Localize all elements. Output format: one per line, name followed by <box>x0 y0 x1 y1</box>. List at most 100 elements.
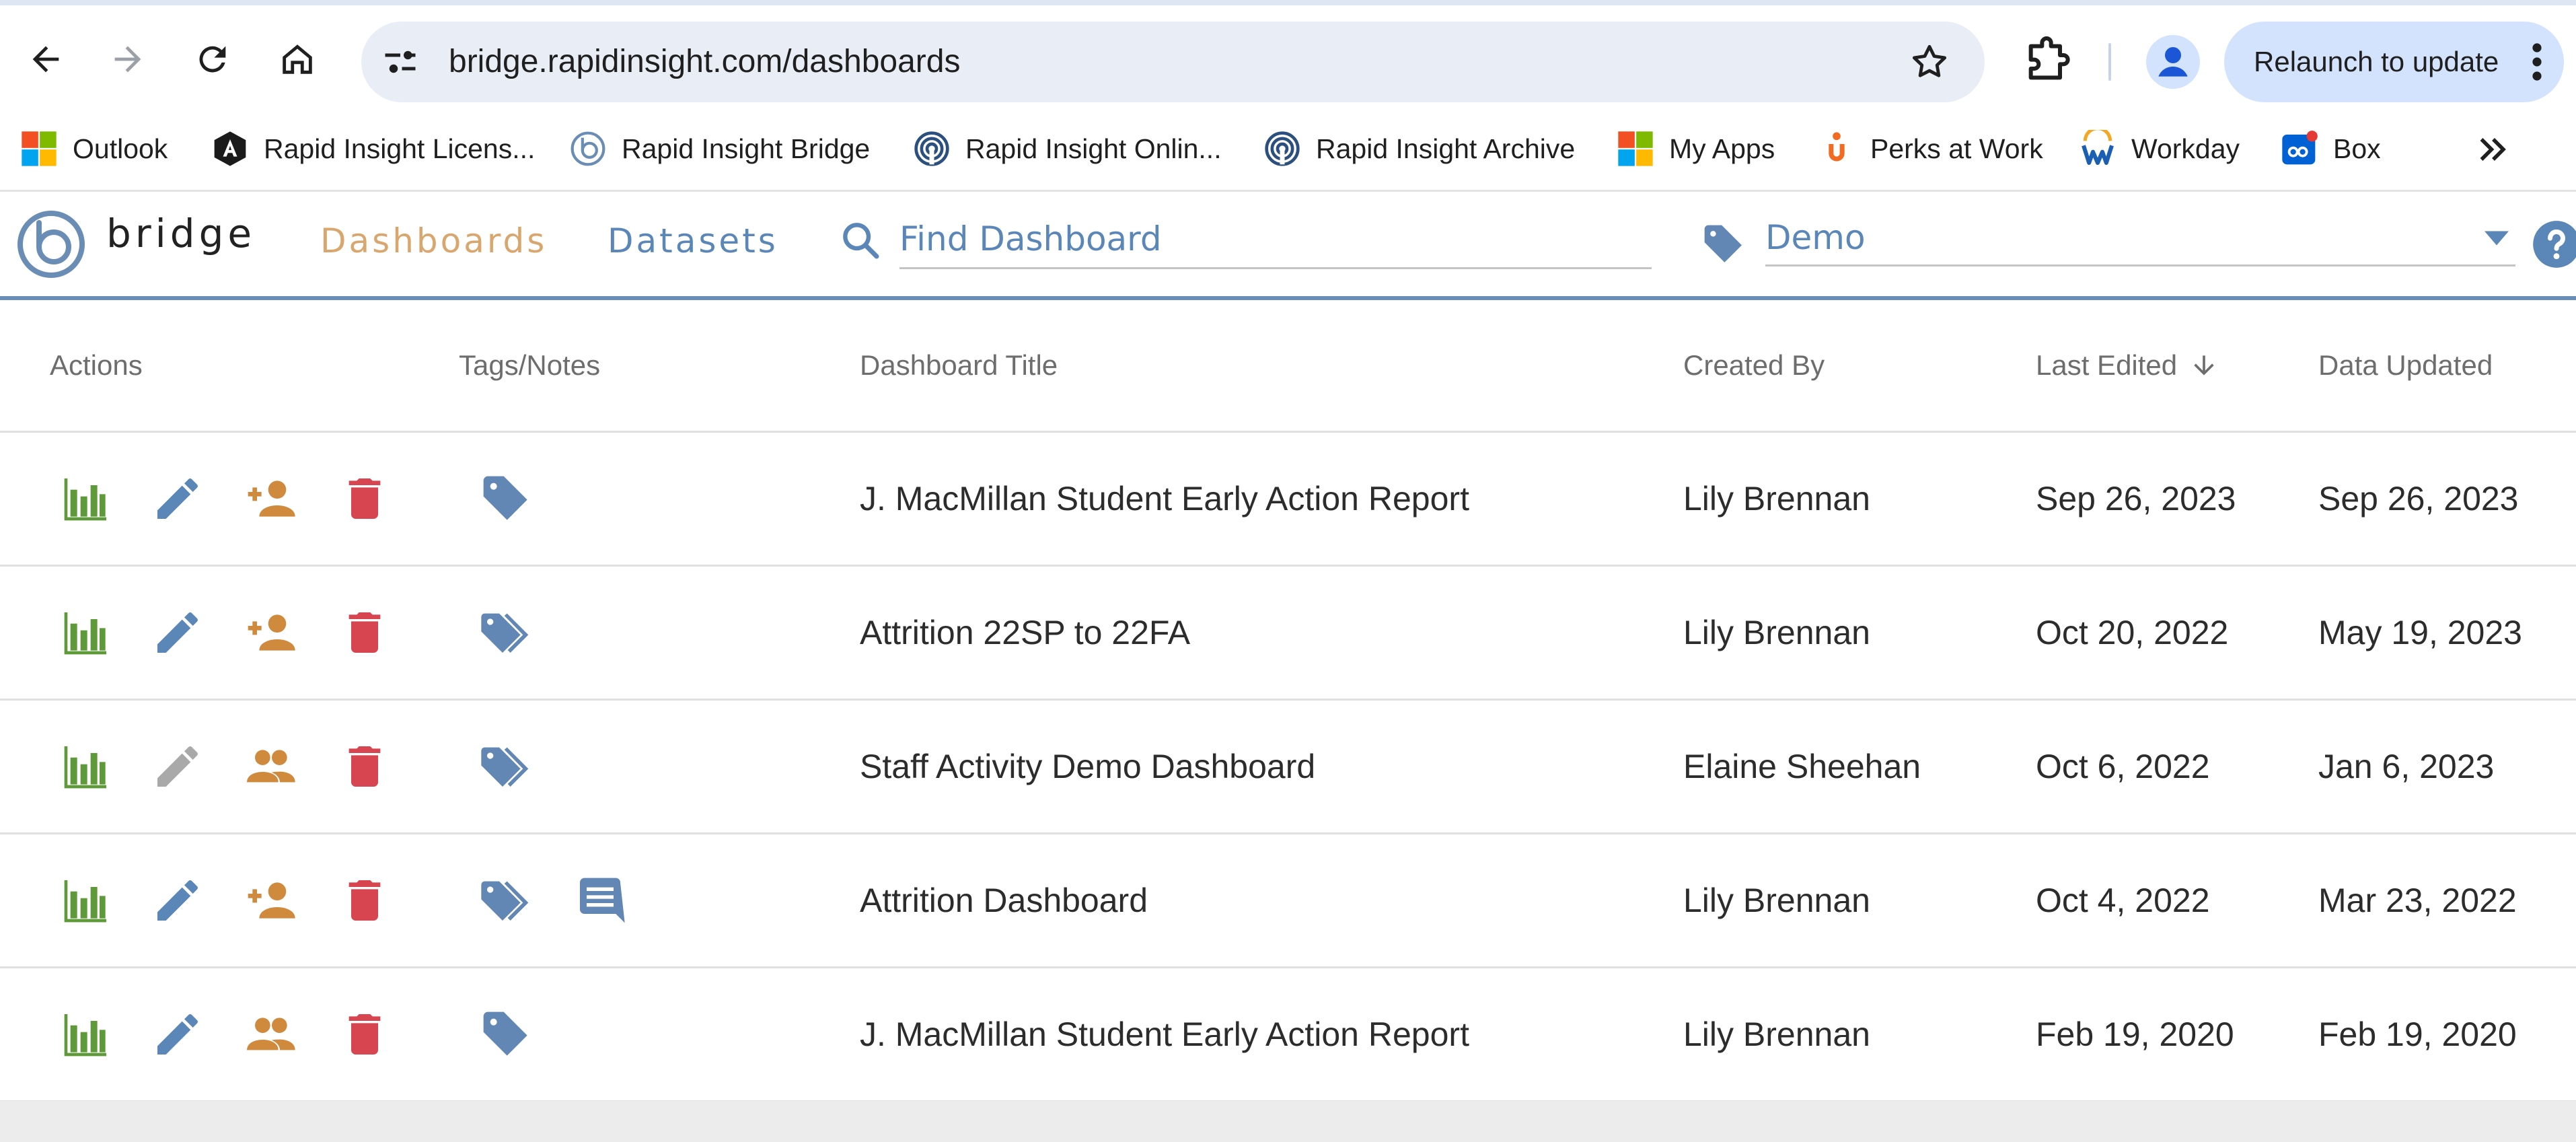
app-header: bridge Dashboards Datasets Demo <box>0 192 2576 300</box>
last-edited-cell: Sep 26, 2023 <box>2036 480 2236 518</box>
edit-button[interactable] <box>151 873 205 927</box>
profile-avatar[interactable] <box>2146 35 2200 89</box>
bookmark-rapid-insight-archive[interactable]: Rapid Insight Archive <box>1263 108 1575 190</box>
bookmark-my-apps[interactable]: My Apps <box>1617 108 1775 190</box>
created-by-cell: Lily Brennan <box>1683 480 1870 518</box>
tags-button[interactable] <box>479 740 533 793</box>
share-button[interactable] <box>244 606 297 659</box>
browser-tab-strip <box>0 0 2576 5</box>
header-tags-notes: Tags/Notes <box>459 349 601 381</box>
share-button[interactable] <box>244 740 297 793</box>
a-logo-icon <box>211 130 249 168</box>
delete-button[interactable] <box>338 1007 392 1061</box>
delete-button[interactable] <box>338 472 392 526</box>
bookmark-perks-at-work[interactable]: Perks at Work <box>1818 108 2043 190</box>
bookmark-box[interactable]: Box <box>2281 108 2381 190</box>
bookmark-label: Perks at Work <box>1870 133 2043 164</box>
relaunch-button[interactable]: Relaunch to update <box>2224 22 2564 102</box>
tags-button[interactable] <box>479 606 533 659</box>
bookmark-rapid-insight-bridge[interactable]: Rapid Insight Bridge <box>569 108 870 190</box>
dashboard-title-link[interactable]: Staff Activity Demo Dashboard <box>860 701 1315 832</box>
url-text[interactable]: bridge.rapidinsight.com/dashboards <box>449 22 960 102</box>
pencil-icon <box>157 612 198 653</box>
table-row[interactable]: Attrition 22SP to 22FA Lily Brennan Oct … <box>0 567 2576 701</box>
more-vert-icon[interactable] <box>2529 42 2545 82</box>
dashboard-title-link[interactable]: J. MacMillan Student Early Action Report <box>860 968 1469 1100</box>
bookmark-label: Outlook <box>73 133 168 164</box>
home-button[interactable] <box>270 32 324 86</box>
address-bar[interactable]: bridge.rapidinsight.com/dashboards <box>361 22 1985 102</box>
share-button[interactable] <box>244 472 297 526</box>
header-label: Last Edited <box>2036 349 2178 381</box>
delete-button[interactable] <box>338 740 392 793</box>
delete-button[interactable] <box>338 606 392 659</box>
edit-button[interactable] <box>151 472 205 526</box>
nav-dashboards[interactable]: Dashboards <box>320 221 547 260</box>
tags-icon <box>481 613 529 653</box>
comment-icon <box>580 878 625 923</box>
share-button[interactable] <box>244 1007 297 1061</box>
tag-filter-select[interactable]: Demo <box>1765 211 2515 266</box>
browser-toolbar: bridge.rapidinsight.com/dashboards Relau… <box>0 5 2576 108</box>
data-updated-cell: May 19, 2023 <box>2318 614 2522 651</box>
site-info-icon[interactable] <box>380 42 420 82</box>
bookmark-star-icon[interactable] <box>1908 40 1951 83</box>
relaunch-label: Relaunch to update <box>2254 46 2499 77</box>
header-data-updated[interactable]: Data Updated <box>2318 300 2493 431</box>
header-label: Data Updated <box>2318 349 2493 381</box>
view-chart-button[interactable] <box>59 472 113 526</box>
reload-button[interactable] <box>186 32 240 86</box>
pencil-icon <box>157 880 198 921</box>
bookmark-workday[interactable]: Workday <box>2079 108 2240 190</box>
data-updated-cell: Jan 6, 2023 <box>2318 748 2495 785</box>
tags-button[interactable] <box>479 472 533 526</box>
bookmark-rapid-insight-license[interactable]: Rapid Insight Licens... <box>211 108 535 190</box>
bookmark-rapid-insight-online[interactable]: Rapid Insight Onlin... <box>913 108 1222 190</box>
bookmark-label: Rapid Insight Archive <box>1316 133 1576 164</box>
logo-text[interactable]: bridge <box>106 211 256 256</box>
bookmark-label: My Apps <box>1669 133 1775 164</box>
delete-button[interactable] <box>338 873 392 927</box>
edit-button[interactable] <box>151 606 205 659</box>
view-chart-button[interactable] <box>59 740 113 793</box>
view-chart-button[interactable] <box>59 1007 113 1061</box>
back-button[interactable] <box>19 32 73 86</box>
dashboard-title-link[interactable]: Attrition 22SP to 22FA <box>860 567 1190 699</box>
find-dashboard-input[interactable] <box>899 213 1652 264</box>
table-row[interactable]: J. MacMillan Student Early Action Report… <box>0 433 2576 567</box>
view-chart-button[interactable] <box>59 606 113 659</box>
arrow-left-icon <box>32 46 59 73</box>
forward-button[interactable] <box>101 32 155 86</box>
people-icon <box>247 750 295 783</box>
toolbar-divider <box>2108 43 2111 81</box>
notes-button[interactable] <box>573 873 627 927</box>
bookmark-label: Rapid Insight Bridge <box>622 133 871 164</box>
share-button[interactable] <box>244 873 297 927</box>
dashboard-title-link[interactable]: J. MacMillan Student Early Action Report <box>860 433 1469 565</box>
header-last-edited[interactable]: Last Edited <box>2036 300 2219 431</box>
microsoft-icon <box>20 130 58 168</box>
header-dashboard-title[interactable]: Dashboard Title <box>860 300 1058 431</box>
table-row[interactable]: Staff Activity Demo Dashboard Elaine She… <box>0 701 2576 834</box>
view-chart-button[interactable] <box>59 873 113 927</box>
table-row[interactable]: J. MacMillan Student Early Action Report… <box>0 968 2576 1102</box>
tags-button[interactable] <box>479 1007 533 1061</box>
caret-down-icon[interactable] <box>2485 231 2509 246</box>
search-icon <box>843 223 879 259</box>
perks-icon <box>1818 130 1855 168</box>
bridge-logo-icon[interactable] <box>16 209 86 279</box>
chevron-double-right-icon[interactable] <box>2473 129 2513 170</box>
help-icon[interactable] <box>2531 219 2576 270</box>
bookmark-outlook[interactable]: Outlook <box>20 108 168 190</box>
edit-button[interactable] <box>151 1007 205 1061</box>
sort-arrow-down-icon[interactable] <box>2189 351 2219 380</box>
dashboard-title-link[interactable]: Attrition Dashboard <box>860 834 1148 966</box>
bookmark-label: Box <box>2333 133 2381 164</box>
tags-button[interactable] <box>479 873 533 927</box>
table-row[interactable]: Attrition Dashboard Lily Brennan Oct 4, … <box>0 834 2576 968</box>
extensions-puzzle-icon[interactable] <box>2020 35 2073 89</box>
edit-button[interactable] <box>151 740 205 793</box>
header-created-by[interactable]: Created By <box>1683 300 1825 431</box>
nav-datasets[interactable]: Datasets <box>608 221 778 260</box>
bridge-logo-icon <box>569 130 607 168</box>
